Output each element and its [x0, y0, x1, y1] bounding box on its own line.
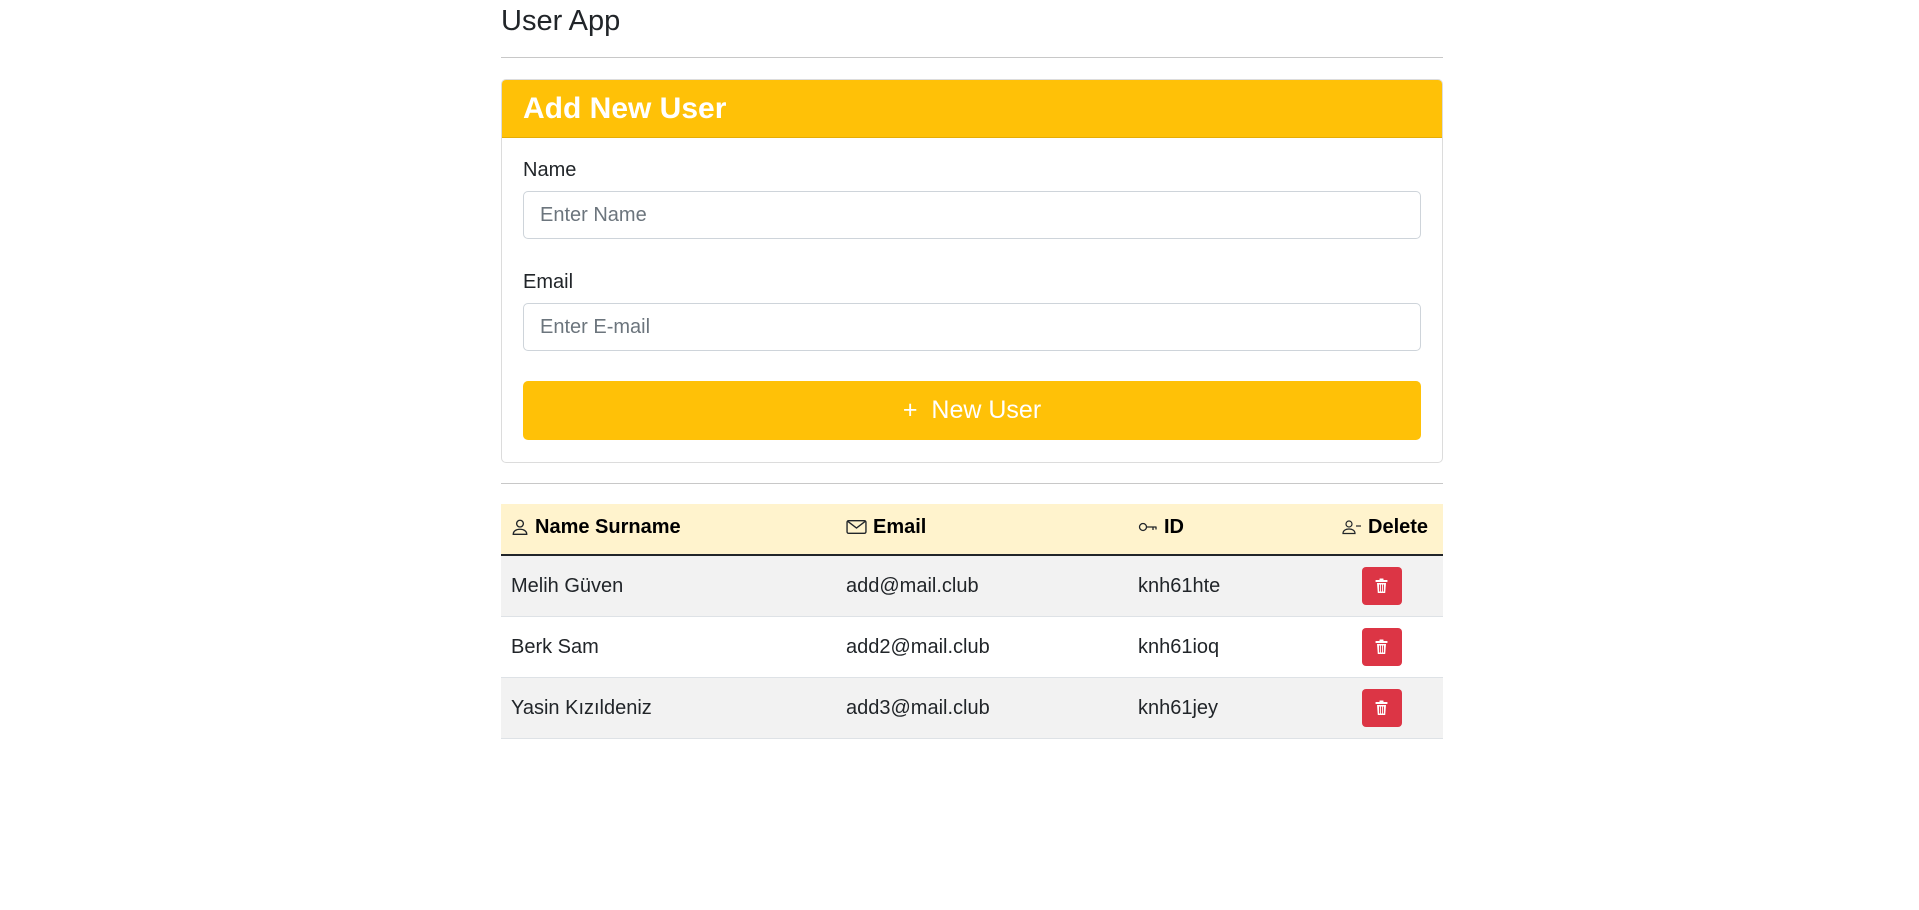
- add-user-card: Add New User Name Email + New User: [501, 79, 1443, 463]
- table-row: Berk Sam add2@mail.club knh61ioq: [501, 616, 1443, 678]
- user-email-cell: add@mail.club: [836, 555, 1128, 617]
- delete-cell: [1320, 616, 1443, 678]
- user-id-cell: knh61jey: [1128, 677, 1320, 739]
- column-header-delete: Delete: [1320, 504, 1443, 556]
- new-user-button[interactable]: + New User: [523, 381, 1421, 440]
- delete-cell: [1320, 555, 1443, 617]
- email-input[interactable]: [523, 303, 1421, 351]
- column-header-name-label: Name Surname: [535, 515, 681, 538]
- email-label: Email: [523, 271, 574, 293]
- trash-icon: [1375, 700, 1388, 715]
- app-container: User App Add New User Name Email + New U…: [501, 0, 1443, 739]
- key-icon: [1138, 523, 1157, 532]
- card-body: Name Email + New User: [502, 138, 1442, 462]
- user-name-cell: Berk Sam: [501, 616, 836, 678]
- trash-icon: [1375, 639, 1388, 654]
- plus-icon: +: [902, 396, 918, 424]
- user-email-cell: add3@mail.club: [836, 677, 1128, 739]
- person-dash-icon: [1342, 520, 1361, 535]
- middle-divider: [501, 483, 1443, 484]
- column-header-id-label: ID: [1164, 515, 1184, 538]
- table-row: Yasin Kızıldeniz add3@mail.club knh61jey: [501, 677, 1443, 739]
- name-label: Name: [523, 159, 577, 181]
- column-header-email-label: Email: [873, 515, 927, 538]
- delete-cell: [1320, 677, 1443, 739]
- delete-button[interactable]: [1361, 628, 1402, 666]
- column-header-email: Email: [836, 504, 1128, 556]
- card-header: Add New User: [502, 80, 1442, 138]
- table-header-row: Name Surname Email ID Delete: [501, 504, 1443, 556]
- column-header-name: Name Surname: [501, 504, 836, 556]
- column-header-id: ID: [1128, 504, 1320, 556]
- column-header-delete-label: Delete: [1368, 515, 1429, 538]
- person-icon: [512, 519, 528, 536]
- table-row: Melih Güven add@mail.club knh61hte: [501, 555, 1443, 617]
- user-name-cell: Yasin Kızıldeniz: [501, 677, 836, 739]
- user-email-cell: add2@mail.club: [836, 616, 1128, 678]
- user-id-cell: knh61hte: [1128, 555, 1320, 617]
- page-title: User App: [501, 5, 621, 37]
- new-user-button-label: New User: [931, 396, 1042, 424]
- email-form-group: Email: [523, 270, 1421, 351]
- name-form-group: Name: [523, 158, 1421, 239]
- user-id-cell: knh61ioq: [1128, 616, 1320, 678]
- card-title: Add New User: [523, 91, 727, 125]
- user-name-cell: Melih Güven: [501, 555, 836, 617]
- name-input[interactable]: [523, 191, 1421, 239]
- envelope-icon: [846, 520, 867, 535]
- top-divider: [501, 57, 1443, 58]
- trash-icon: [1375, 578, 1388, 593]
- delete-button[interactable]: [1361, 567, 1402, 605]
- users-table: Name Surname Email ID Delete Melih Güven…: [501, 504, 1443, 739]
- delete-button[interactable]: [1361, 689, 1402, 727]
